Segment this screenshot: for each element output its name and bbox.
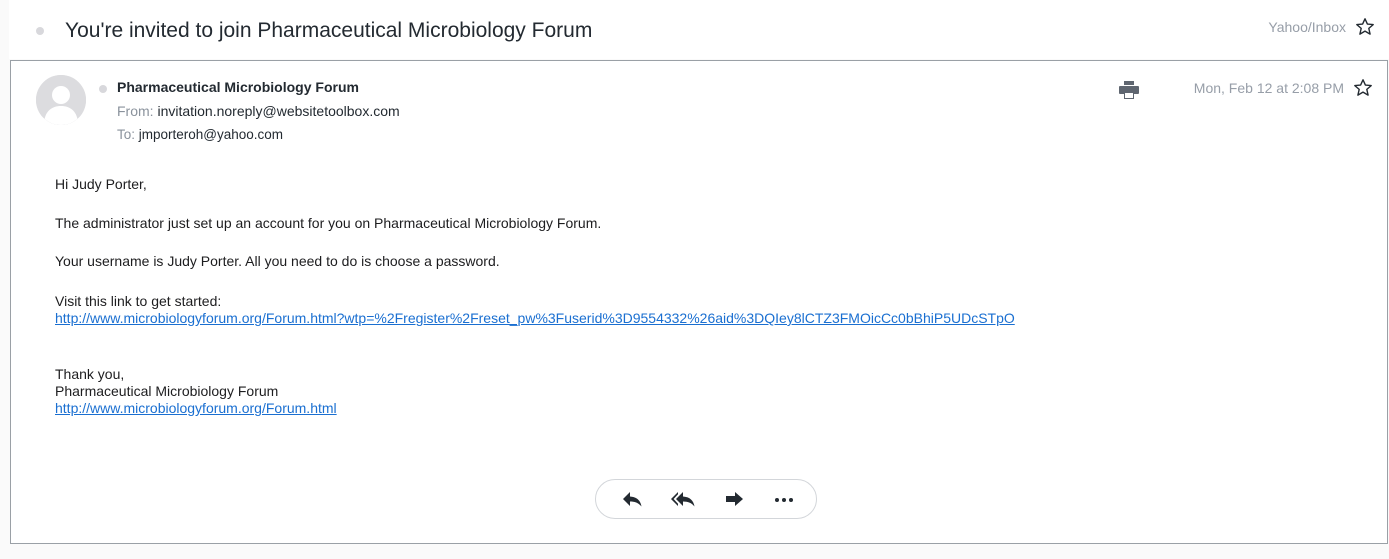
registration-link[interactable]: http://www.microbiologyforum.org/Forum.h… [55, 310, 1015, 326]
body-paragraph: The administrator just set up an account… [55, 215, 602, 231]
registration-link-line: http://www.microbiologyforum.org/Forum.h… [55, 310, 1015, 327]
body-paragraph: Your username is Judy Porter. All you ne… [55, 253, 500, 269]
message-card: Pharmaceutical Microbiology Forum From: … [10, 60, 1388, 544]
from-line: From: invitation.noreply@websitetoolbox.… [117, 103, 400, 119]
print-icon[interactable] [1119, 81, 1139, 99]
message-actions [595, 479, 817, 519]
to-label: To: [117, 127, 136, 142]
body-paragraph: Visit this link to get started: [55, 293, 222, 309]
subject-title: You're invited to join Pharmaceutical Mi… [65, 19, 593, 42]
to-line: To: jmporteroh@yahoo.com [117, 127, 283, 142]
star-icon[interactable] [1353, 78, 1373, 98]
sender-unread-indicator [99, 85, 107, 93]
from-address[interactable]: invitation.noreply@websitetoolbox.com [157, 103, 399, 119]
star-icon[interactable] [1355, 17, 1375, 37]
avatar[interactable] [36, 75, 86, 125]
sender-name[interactable]: Pharmaceutical Microbiology Forum [117, 79, 359, 95]
bottom-gutter [0, 545, 1389, 559]
forum-link[interactable]: http://www.microbiologyforum.org/Forum.h… [55, 400, 337, 416]
forum-link-line: http://www.microbiologyforum.org/Forum.h… [55, 400, 337, 417]
greeting: Hi Judy Porter, [55, 176, 147, 192]
unread-indicator[interactable] [36, 27, 44, 35]
more-icon[interactable] [772, 489, 798, 509]
email-view: You're invited to join Pharmaceutical Mi… [0, 0, 1389, 559]
closing: Thank you, [55, 366, 125, 382]
from-label: From: [117, 103, 154, 119]
reply-all-icon[interactable] [670, 489, 696, 509]
signature: Pharmaceutical Microbiology Forum [55, 383, 279, 399]
reply-icon[interactable] [620, 489, 646, 509]
default-avatar-icon [36, 75, 86, 125]
folder-label[interactable]: Yahoo/Inbox [1268, 19, 1346, 35]
to-address[interactable]: jmporteroh@yahoo.com [139, 127, 283, 142]
message-date: Mon, Feb 12 at 2:08 PM [1193, 80, 1344, 96]
forward-icon[interactable] [722, 489, 748, 509]
subject-header: You're invited to join Pharmaceutical Mi… [9, 0, 1389, 59]
